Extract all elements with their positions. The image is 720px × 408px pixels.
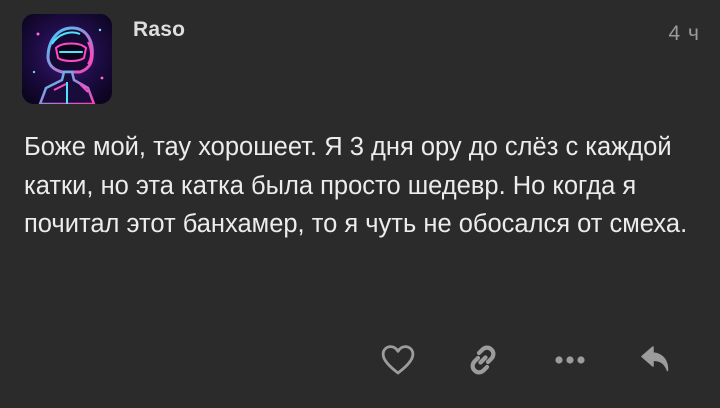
more-dots-icon bbox=[555, 356, 585, 364]
comment-card: Raso 4 ч Боже мой, тау хорошеет. Я 3 дня… bbox=[0, 0, 720, 408]
comment-time: 4 ч bbox=[668, 22, 700, 45]
link-icon bbox=[470, 345, 496, 375]
heart-icon bbox=[381, 345, 415, 375]
comment-actions bbox=[0, 338, 720, 382]
more-options-button[interactable] bbox=[548, 338, 592, 382]
author-name[interactable]: Raso bbox=[133, 18, 185, 42]
reply-arrow-icon bbox=[641, 346, 669, 372]
avatar-image bbox=[22, 14, 112, 104]
like-button[interactable] bbox=[376, 338, 420, 382]
reply-button[interactable] bbox=[634, 338, 678, 382]
comment-text: Боже мой, тау хорошеет. Я 3 дня ору до с… bbox=[24, 133, 688, 239]
avatar[interactable] bbox=[22, 14, 112, 104]
copy-link-button[interactable] bbox=[461, 338, 505, 382]
